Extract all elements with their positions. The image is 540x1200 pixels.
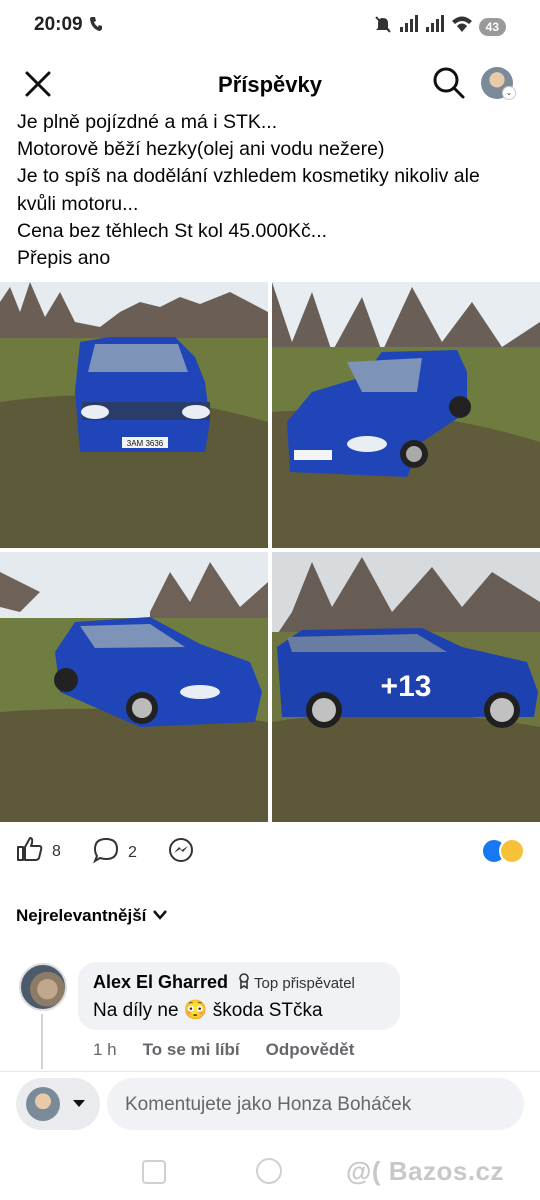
comment-input[interactable] [123, 1078, 517, 1132]
comment-text: Na díly ne 😳 škoda STčka [93, 1000, 323, 1021]
chevron-down-icon: ⌄ [502, 86, 516, 100]
thread-line [41, 1014, 43, 1069]
more-photos-overlay[interactable]: +13 [272, 552, 540, 822]
thumbs-up-icon [16, 836, 44, 867]
caret-down-icon [73, 1100, 85, 1107]
top-bar: Příspěvky ⌄ [0, 58, 540, 110]
car-photo-side[interactable]: +13 [272, 552, 540, 822]
profile-avatar[interactable]: ⌄ [481, 67, 516, 100]
battery-indicator: 43 [478, 17, 506, 36]
recent-apps-icon[interactable] [142, 1160, 166, 1184]
identity-switcher[interactable] [16, 1078, 100, 1130]
sort-label: Nejrelevantnější [16, 906, 147, 925]
commenter-avatar[interactable] [19, 963, 67, 1011]
comment-composer[interactable] [107, 1078, 524, 1132]
signal-icon [399, 15, 419, 38]
comment-author[interactable]: Alex El Gharred [93, 972, 228, 993]
comment-reply-link[interactable]: Odpovědět [266, 1040, 355, 1060]
signal-icon-2 [425, 15, 445, 38]
award-icon [238, 973, 250, 993]
post-line: Je plně pojízdné a má i STK... [17, 111, 278, 133]
reaction-summary[interactable] [481, 838, 525, 864]
watermark: @( Bazos.cz [346, 1156, 504, 1186]
post-line: Je to spíš na dodělání vzhledem kosmetik… [17, 165, 480, 188]
comment-button[interactable]: 2 [92, 836, 137, 869]
comment-sort-dropdown[interactable]: Nejrelevantnější [16, 906, 168, 926]
license-plate: 3AM 3636 [127, 439, 164, 448]
comment-meta: 1 h To se mi líbí Odpovědět [93, 1040, 354, 1060]
wifi-icon [451, 15, 473, 38]
avatar [26, 1087, 60, 1121]
photo-gallery: 3AM 3636 +13 [0, 282, 540, 822]
comment-count: 2 [128, 843, 137, 861]
status-time: 20:09 [34, 14, 83, 35]
status-icons: 43 [373, 14, 506, 39]
badge-label: Top přispěvatel [254, 974, 355, 992]
like-button[interactable]: 8 [16, 836, 61, 867]
top-contributor-badge: Top přispěvatel [238, 973, 355, 993]
messenger-share-button[interactable] [167, 836, 195, 869]
divider [0, 1071, 540, 1072]
post-line: Cena bez těhlech St kol 45.000Kč... [17, 219, 328, 242]
post-line: Přepis ano [17, 247, 111, 270]
comment-icon [92, 836, 120, 869]
post-line: Motorově běží hezky(olej ani vodu nežere… [17, 138, 385, 161]
comment-bubble: Alex El Gharred Top přispěvatel Na díly … [78, 962, 400, 1030]
phone-call-icon [89, 16, 103, 37]
status-bar: 20:09 43 [0, 0, 540, 52]
comment-time: 1 h [93, 1040, 117, 1059]
mute-icon [373, 14, 393, 39]
comment-like-link[interactable]: To se mi líbí [143, 1040, 240, 1060]
chevron-down-icon [152, 906, 168, 926]
car-photo-front[interactable]: 3AM 3636 [0, 282, 268, 548]
car-photo-angle[interactable] [272, 282, 540, 548]
home-icon[interactable] [256, 1158, 282, 1184]
search-icon[interactable] [432, 66, 466, 105]
post-line: kvůli motoru... [17, 192, 139, 215]
system-nav-bar: @( Bazos.cz [0, 1144, 540, 1200]
like-count: 8 [52, 842, 61, 860]
car-photo-front-angle[interactable] [0, 552, 268, 822]
post-body: Je plně pojízdné a má i STK... Motorově … [17, 109, 527, 272]
sad-reaction-icon [499, 838, 525, 864]
messenger-icon [167, 836, 195, 869]
post-actions: 8 2 [0, 834, 540, 870]
